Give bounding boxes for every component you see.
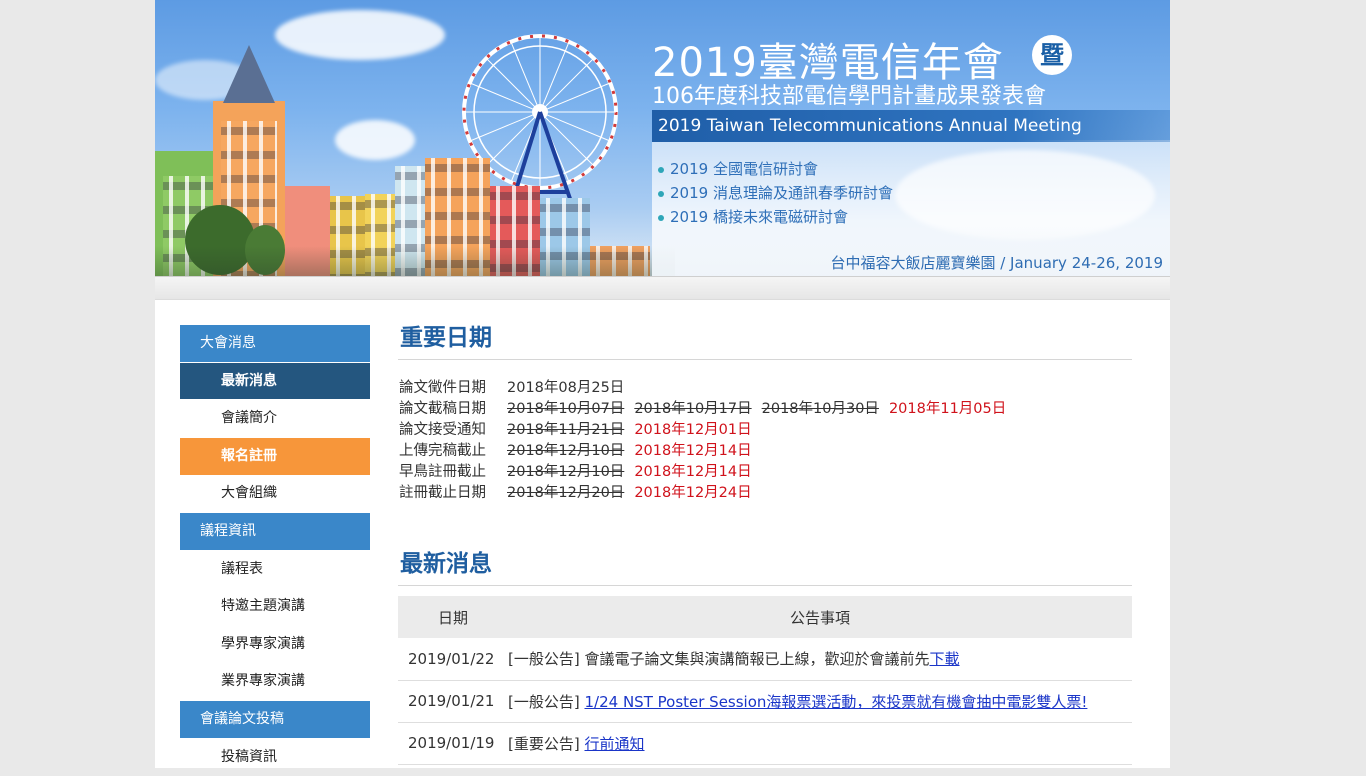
news-tag: [一般公告] — [508, 692, 580, 711]
important-dates-list: 論文徵件日期 2018年08月25日 論文截稿日期 2018年10月07日 2018年… — [398, 378, 1132, 504]
struck-date: 2018年10月07日 — [507, 401, 625, 417]
news-travel-notice-link[interactable]: 行前通知 — [585, 735, 645, 753]
banner-title-badge: 暨 — [1032, 35, 1072, 75]
nav-bar — [155, 276, 1170, 300]
date-row: 論文接受通知 2018年11月21日 2018年12月01日 — [399, 420, 1132, 441]
news-download-link[interactable]: 下載 — [930, 650, 960, 668]
date-label: 早鳥註冊截止 — [399, 464, 486, 480]
bullet-icon — [658, 166, 664, 173]
news-row: 2019/01/22 [一般公告] 會議電子論文集與演講簡報已上線，歡迎於會議前… — [398, 638, 1132, 681]
venue-and-dates: 台中福容大飯店麗寶樂園 / January 24-26, 2019 — [830, 254, 1163, 272]
sidebar-item-industry-talks[interactable]: 業界專家演講 — [180, 663, 370, 701]
updated-date: 2018年12月14日 — [634, 443, 752, 459]
date-label: 論文接受通知 — [399, 422, 486, 438]
bullet-icon — [658, 214, 664, 221]
sidebar-item-registration[interactable]: 報名註冊 — [180, 437, 370, 476]
news-row: 2019/01/21 [一般公告] 1/24 NST Poster Sessio… — [398, 680, 1132, 723]
news-date: 2019/01/22 — [398, 638, 508, 681]
updated-date: 2018年12月01日 — [634, 422, 752, 438]
main-content: 重要日期 論文徵件日期 2018年08月25日 論文截稿日期 2018年10月07日… — [398, 320, 1132, 765]
important-dates-heading: 重要日期 — [398, 320, 1132, 360]
sidebar-item-introduction[interactable]: 會議簡介 — [180, 400, 370, 438]
struck-date: 2018年10月30日 — [761, 401, 879, 417]
sidebar-section-news[interactable]: 大會消息 — [180, 325, 370, 363]
sidebar-section-submission[interactable]: 會議論文投稿 — [180, 700, 370, 739]
ground-shadow — [155, 246, 675, 276]
date-label: 論文截稿日期 — [399, 401, 486, 417]
sidebar-item-academic-talks[interactable]: 學界專家演講 — [180, 626, 370, 664]
date-row: 論文徵件日期 2018年08月25日 — [399, 378, 1132, 399]
subconference-label: 2019 全國電信研討會 — [670, 160, 818, 178]
date-row: 註冊截止日期 2018年12月20日 2018年12月24日 — [399, 483, 1132, 504]
struck-date: 2018年12月10日 — [507, 443, 625, 459]
date-row: 早鳥註冊截止 2018年12月10日 2018年12月14日 — [399, 462, 1132, 483]
sidebar-menu: 大會消息 最新消息 會議簡介 報名註冊 大會組織 議程資訊 議程表 特邀主題演講… — [180, 325, 370, 776]
struck-date: 2018年11月21日 — [507, 422, 625, 438]
banner-english-title: 2019 Taiwan Telecommunications Annual Me… — [658, 116, 1082, 136]
news-poster-vote-link[interactable]: 1/24 NST Poster Session海報票選活動，來投票就有機會抽中電… — [585, 693, 1088, 711]
date-row: 論文截稿日期 2018年10月07日 2018年10月17日 2018年10月30日 2… — [399, 399, 1132, 420]
updated-date: 2018年12月24日 — [634, 485, 752, 501]
news-date: 2019/01/19 — [398, 722, 508, 765]
sidebar-item-submission-info[interactable]: 投稿資訊 — [180, 739, 370, 776]
news-row: 2019/01/19 [重要公告] 行前通知 — [398, 722, 1132, 765]
date-row: 上傳完稿截止 2018年12月10日 2018年12月14日 — [399, 441, 1132, 462]
news-table: 日期 公告事項 2019/01/22 [一般公告] 會議電子論文集與演講簡報已上… — [398, 596, 1132, 765]
date-value: 2018年08月25日 — [507, 380, 625, 396]
subconference-label: 2019 橋接未來電磁研討會 — [670, 208, 848, 226]
sidebar-section-program[interactable]: 議程資訊 — [180, 512, 370, 551]
bullet-icon — [658, 190, 664, 197]
page: 2019臺灣電信年會 暨 106年度科技部電信學門計畫成果發表會 2019 Ta… — [155, 0, 1170, 768]
sidebar-item-latest-news[interactable]: 最新消息 — [180, 362, 370, 401]
news-text: 會議電子論文集與演講簡報已上線，歡迎於會議前先 — [579, 650, 930, 669]
sidebar-item-keynote[interactable]: 特邀主題演講 — [180, 588, 370, 626]
news-header-notice: 公告事項 — [508, 596, 1132, 638]
tower-roof — [223, 45, 275, 103]
updated-date: 2018年12月14日 — [634, 464, 752, 480]
cloud — [275, 10, 445, 60]
struck-date: 2018年12月10日 — [507, 464, 625, 480]
subconference-item: 2019 橋接未來電磁研討會 — [658, 205, 893, 229]
subconference-label: 2019 消息理論及通訊春季研討會 — [670, 184, 893, 202]
struck-date: 2018年10月17日 — [634, 401, 752, 417]
sidebar-item-schedule[interactable]: 議程表 — [180, 551, 370, 589]
date-label: 論文徵件日期 — [399, 380, 486, 396]
news-header-date: 日期 — [398, 596, 508, 638]
news-tag: [一般公告] — [508, 650, 580, 669]
subconference-list: 2019 全國電信研討會 2019 消息理論及通訊春季研討會 2019 橋接未來… — [658, 157, 893, 229]
struck-date: 2018年12月20日 — [507, 485, 625, 501]
subconference-item: 2019 消息理論及通訊春季研討會 — [658, 181, 893, 205]
subconference-item: 2019 全國電信研討會 — [658, 157, 893, 181]
updated-date: 2018年11月05日 — [888, 401, 1007, 417]
news-tag: [重要公告] — [508, 734, 580, 753]
news-notice: [一般公告] 會議電子論文集與演講簡報已上線，歡迎於會議前先下載 — [508, 638, 1132, 681]
header-banner: 2019臺灣電信年會 暨 106年度科技部電信學門計畫成果發表會 2019 Ta… — [155, 0, 1170, 276]
news-notice: [一般公告] 1/24 NST Poster Session海報票選活動，來投票… — [508, 680, 1132, 723]
cloud — [335, 120, 415, 160]
news-notice: [重要公告] 行前通知 — [508, 722, 1132, 765]
date-label: 註冊截止日期 — [399, 485, 486, 501]
date-label: 上傳完稿截止 — [399, 443, 486, 459]
news-header-row: 日期 公告事項 — [398, 596, 1132, 638]
news-date: 2019/01/21 — [398, 680, 508, 723]
sidebar-item-organization[interactable]: 大會組織 — [180, 475, 370, 513]
banner-subtitle: 106年度科技部電信學門計畫成果發表會 — [652, 84, 1046, 109]
latest-news-heading: 最新消息 — [398, 546, 1132, 586]
